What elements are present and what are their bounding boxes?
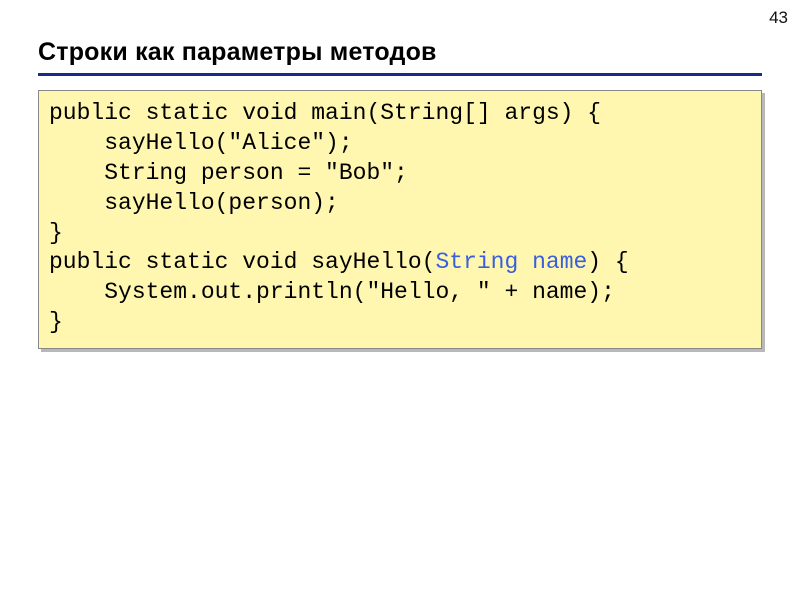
code-line: } [49, 309, 63, 335]
code-block: public static void main(String[] args) {… [38, 90, 762, 349]
code-line: String person = "Bob"; [49, 160, 408, 186]
slide-title: Строки как параметры методов [38, 38, 762, 67]
code-line: sayHello(person); [49, 190, 339, 216]
code-line: ) { [587, 249, 628, 275]
code-param: String name [435, 249, 587, 275]
code-line: public static void main(String[] args) { [49, 100, 601, 126]
page-number: 43 [769, 8, 788, 28]
code-line: sayHello("Alice"); [49, 130, 353, 156]
slide-container: 43 Строки как параметры методов public s… [0, 0, 800, 379]
title-rule [38, 73, 762, 76]
code-line: } [49, 220, 63, 246]
code-line: public static void sayHello( [49, 249, 435, 275]
code-line: System.out.println("Hello, " + name); [49, 279, 615, 305]
